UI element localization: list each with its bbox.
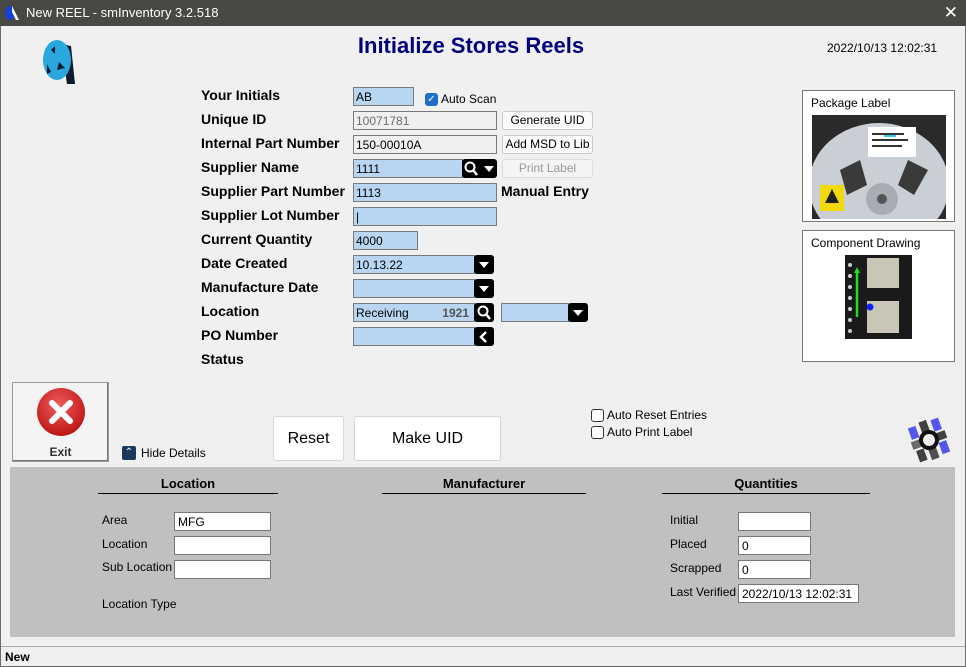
main-window: Initialize Stores Reels 2022/10/13 12:02… bbox=[0, 26, 966, 667]
manufacturer-section-title: Manufacturer bbox=[382, 476, 586, 494]
checkbox-unchecked-icon bbox=[591, 425, 604, 439]
app-icon bbox=[5, 6, 19, 20]
date-created-input[interactable]: 10.13.22 bbox=[353, 255, 475, 274]
auto-scan-label: Auto Scan bbox=[441, 92, 497, 106]
add-msd-to-lib-button[interactable]: Add MSD to Lib bbox=[502, 135, 593, 154]
chevron-down-icon bbox=[573, 309, 583, 316]
area-input[interactable]: MFG bbox=[174, 512, 271, 531]
manufacture-date-input[interactable] bbox=[353, 279, 475, 298]
supplier-name-label: Supplier Name bbox=[201, 159, 300, 175]
po-number-input[interactable] bbox=[353, 327, 475, 346]
component-drawing-caption: Component Drawing bbox=[811, 236, 921, 250]
window-titlebar: New REEL - smInventory 3.2.518 ✕ bbox=[0, 0, 966, 26]
your-initials-input[interactable]: AB bbox=[353, 87, 414, 106]
manufacture-date-dropdown-button[interactable] bbox=[474, 279, 494, 298]
hide-details-label: Hide Details bbox=[141, 446, 206, 460]
window-title: New REEL - smInventory 3.2.518 bbox=[26, 5, 219, 20]
page-title: Initialize Stores Reels bbox=[357, 33, 585, 58]
manual-entry-label: Manual Entry bbox=[501, 183, 589, 199]
chevron-down-icon[interactable] bbox=[483, 164, 495, 174]
current-quantity-input[interactable]: 4000 bbox=[353, 231, 418, 250]
location-type-label: Location Type bbox=[102, 597, 177, 611]
location-section-title: Location bbox=[98, 476, 278, 494]
generate-uid-button[interactable]: Generate UID bbox=[502, 111, 593, 130]
location-search-button[interactable] bbox=[474, 303, 494, 322]
location-value: Receiving bbox=[356, 306, 409, 320]
auto-reset-entries-label: Auto Reset Entries bbox=[607, 408, 708, 422]
initial-input[interactable] bbox=[738, 512, 811, 531]
chevron-down-icon bbox=[479, 261, 489, 268]
checkbox-checked-icon: ✓ bbox=[425, 92, 438, 106]
status-label: Status bbox=[201, 351, 244, 367]
reel-logo-icon bbox=[43, 40, 75, 84]
location-label: Location bbox=[201, 303, 260, 319]
last-verified-label: Last Verified bbox=[670, 585, 737, 599]
print-label-button[interactable]: Print Label bbox=[502, 159, 593, 178]
close-button[interactable]: ✕ bbox=[944, 3, 958, 23]
your-initials-label: Your Initials bbox=[201, 87, 281, 103]
exit-icon bbox=[37, 388, 85, 436]
component-drawing-panel[interactable]: Component Drawing bbox=[802, 230, 955, 362]
auto-print-label-checkbox[interactable]: Auto Print Label bbox=[591, 425, 692, 439]
location-input[interactable]: Receiving 1921 bbox=[353, 303, 475, 322]
unique-id-input[interactable]: 10071781 bbox=[353, 111, 497, 130]
supplier-lookup-group bbox=[462, 159, 497, 178]
sub-location-label: Sub Location bbox=[102, 560, 173, 574]
initial-label: Initial bbox=[670, 513, 699, 527]
supplier-part-number-label: Supplier Part Number bbox=[201, 183, 345, 199]
internal-part-number-input[interactable]: 150-00010A bbox=[353, 135, 497, 154]
internal-part-number-label: Internal Part Number bbox=[201, 135, 340, 151]
sub-location-input[interactable] bbox=[174, 560, 271, 579]
location-code: 1921 bbox=[442, 306, 469, 320]
quantities-section-title: Quantities bbox=[662, 476, 870, 494]
scrapped-input[interactable]: 0 bbox=[738, 560, 811, 579]
chevron-up-double-icon: ⌃ bbox=[122, 446, 136, 460]
supplier-lot-number-label: Supplier Lot Number bbox=[201, 207, 340, 223]
package-label-caption: Package Label bbox=[811, 96, 891, 110]
area-label: Area bbox=[102, 513, 128, 527]
detail-location-label: Location bbox=[102, 537, 148, 551]
brand-logo-icon bbox=[907, 417, 951, 463]
placed-label: Placed bbox=[670, 537, 707, 551]
po-number-button[interactable] bbox=[474, 327, 494, 346]
auto-print-label-label: Auto Print Label bbox=[607, 425, 693, 439]
search-icon[interactable] bbox=[464, 161, 479, 176]
exit-label: Exit bbox=[49, 445, 72, 459]
scrapped-label: Scrapped bbox=[670, 561, 722, 575]
location-sub-dropdown-button[interactable] bbox=[568, 303, 588, 322]
date-created-dropdown-button[interactable] bbox=[474, 255, 494, 274]
location-sub-select[interactable] bbox=[501, 303, 569, 322]
supplier-lot-number-input[interactable]: | bbox=[353, 207, 497, 226]
current-quantity-label: Current Quantity bbox=[201, 231, 313, 247]
details-panel: Location Area MFG Location Sub Location … bbox=[10, 467, 955, 637]
chevron-down-icon bbox=[479, 285, 489, 292]
last-verified-input[interactable]: 2022/10/13 12:02:31 bbox=[738, 584, 859, 603]
exit-button[interactable]: Exit bbox=[12, 382, 109, 462]
search-icon bbox=[477, 305, 491, 320]
status-bar: New bbox=[1, 646, 965, 666]
auto-scan-checkbox[interactable]: ✓ Auto Scan bbox=[425, 92, 496, 106]
detail-location-input[interactable] bbox=[174, 536, 271, 555]
hide-details-toggle[interactable]: ⌃ Hide Details bbox=[122, 446, 206, 460]
unique-id-label: Unique ID bbox=[201, 111, 267, 127]
supplier-part-number-input[interactable]: 1113 bbox=[353, 183, 497, 202]
date-created-label: Date Created bbox=[201, 255, 288, 271]
manufacture-date-label: Manufacture Date bbox=[201, 279, 319, 295]
checkbox-unchecked-icon bbox=[591, 408, 604, 422]
placed-input[interactable]: 0 bbox=[738, 536, 811, 555]
package-label-image bbox=[812, 115, 946, 219]
reset-button[interactable]: Reset bbox=[273, 416, 344, 461]
datetime-display: 2022/10/13 12:02:31 bbox=[827, 41, 938, 55]
component-drawing-image bbox=[845, 255, 912, 339]
chevron-left-icon bbox=[479, 330, 487, 343]
supplier-name-input[interactable]: 1111 bbox=[353, 159, 463, 178]
auto-reset-entries-checkbox[interactable]: Auto Reset Entries bbox=[591, 408, 707, 422]
package-label-panel[interactable]: Package Label bbox=[802, 90, 955, 222]
po-number-label: PO Number bbox=[201, 327, 279, 343]
make-uid-button[interactable]: Make UID bbox=[354, 416, 501, 461]
